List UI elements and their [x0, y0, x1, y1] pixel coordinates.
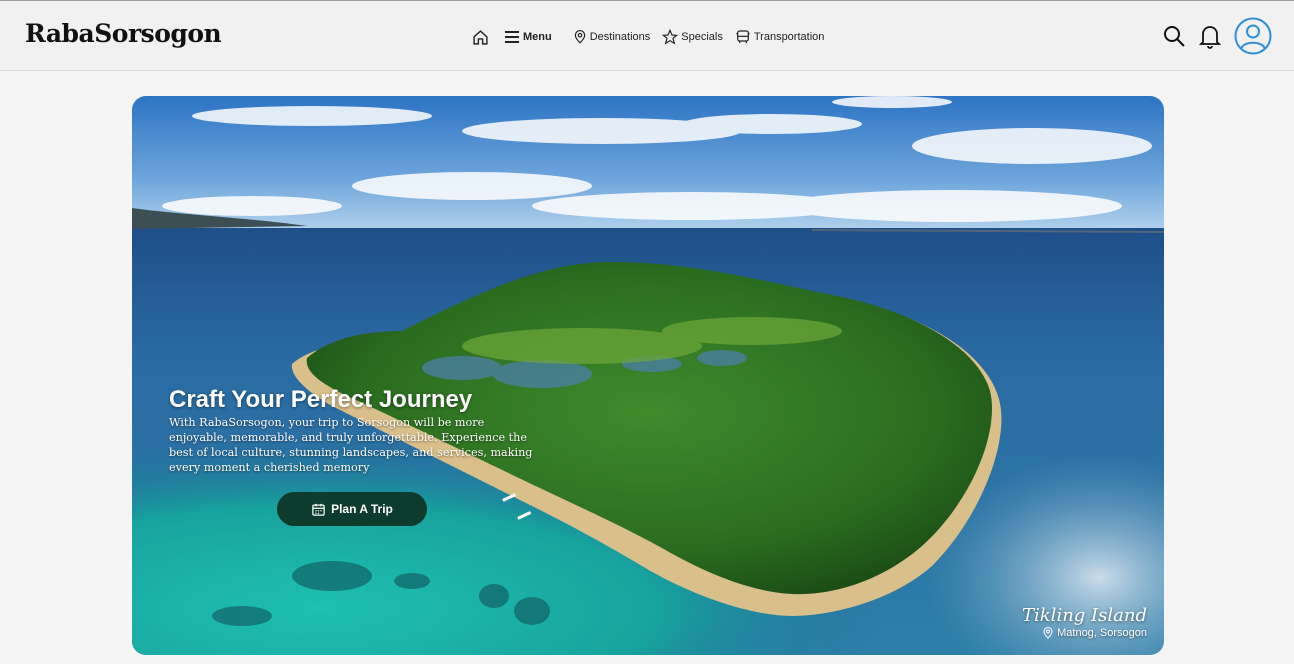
location-name: Tikling Island — [1022, 605, 1147, 626]
top-navigation-bar: RabaSorsogon Menu Destinations Specials — [0, 0, 1294, 71]
calendar-icon — [312, 503, 325, 516]
map-pin-icon — [574, 30, 585, 44]
nav-destinations-label: Destinations — [589, 31, 651, 43]
map-pin-icon — [1043, 627, 1053, 639]
bus-icon — [736, 30, 750, 43]
nav-home[interactable] — [472, 29, 492, 46]
star-icon — [662, 29, 679, 45]
nav-specials[interactable]: Specials — [662, 29, 723, 45]
plan-trip-button[interactable]: Plan A Trip — [277, 492, 427, 526]
search-button[interactable] — [1162, 24, 1186, 48]
header-actions — [1150, 17, 1272, 55]
nav-transportation-label: Transportation — [753, 31, 825, 43]
site-logo[interactable]: RabaSorsogon — [25, 19, 222, 48]
location-place-label: Matnog, Sorsogon — [1057, 627, 1147, 639]
plan-trip-label: Plan A Trip — [331, 502, 393, 516]
nav-menu-label: Menu — [523, 31, 552, 43]
nav-transportation[interactable]: Transportation — [735, 29, 825, 45]
nav-destinations[interactable]: Destinations — [573, 29, 651, 45]
hero-island-image — [132, 96, 1164, 655]
user-avatar-icon — [1234, 17, 1272, 55]
nav-menu[interactable]: Menu — [504, 30, 552, 44]
search-icon — [1164, 26, 1185, 47]
notifications-button[interactable] — [1198, 23, 1222, 49]
profile-button[interactable] — [1234, 17, 1272, 55]
nav-specials-label: Specials — [681, 31, 723, 43]
location-place: Matnog, Sorsogon — [1042, 626, 1147, 640]
hero-description: With RabaSorsogon, your trip to Sorsogon… — [169, 416, 533, 474]
hero-title: Craft Your Perfect Journey — [169, 386, 473, 413]
bell-icon — [1198, 26, 1222, 49]
hamburger-icon — [505, 31, 519, 43]
hero-banner: Craft Your Perfect Journey With RabaSors… — [132, 96, 1164, 655]
home-icon — [473, 29, 488, 45]
main-nav: Menu Destinations Specials Transportatio… — [472, 27, 836, 47]
